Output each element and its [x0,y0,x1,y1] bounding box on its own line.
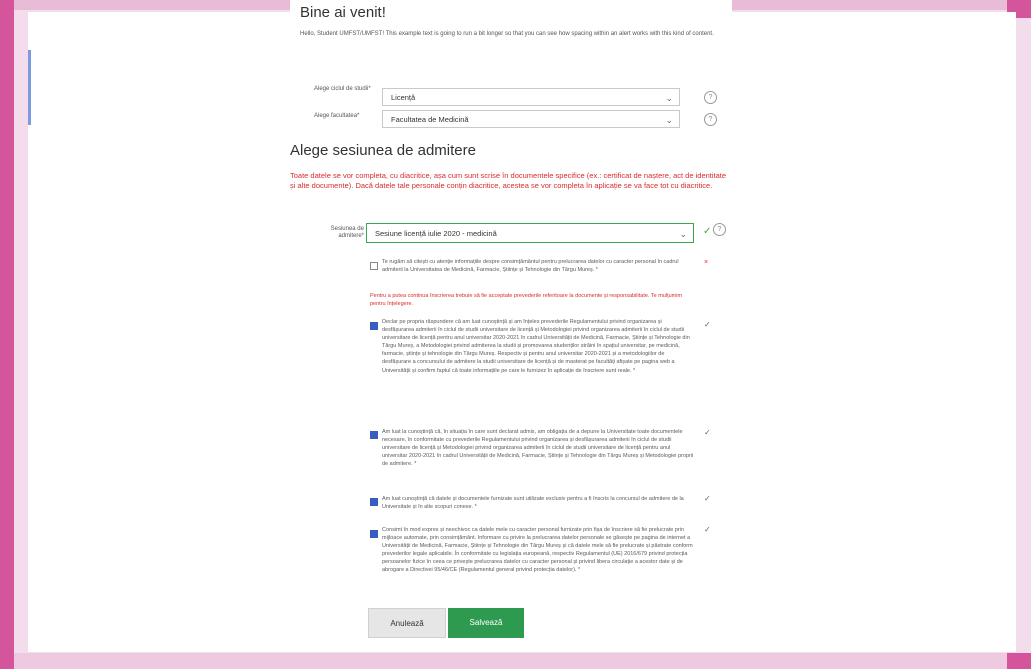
faculty-label: Alege facultatea* [314,113,360,119]
session-value: Sesiune licență iulie 2020 - medicină [375,229,497,238]
consent-checkbox[interactable] [370,322,378,330]
chevron-down-icon: ⌄ [679,229,687,239]
session-select[interactable]: Sesiune licență iulie 2020 - medicină ⌄ [366,223,694,243]
consent-error-note: Pentru a putea continua înscrierea trebu… [370,293,683,308]
frame-bottom-border [14,653,1031,669]
cancel-button[interactable]: Anulează [368,608,446,638]
consent-text: Am luat cunoștință că datele și document… [382,496,684,511]
faculty-select[interactable]: Facultatea de Medicină ⌄ [382,110,680,128]
consent-checkbox[interactable] [370,498,378,506]
faculty-value: Facultatea de Medicină [391,115,469,124]
admission-form: Bine ai venit! Hello, Student UMFST/UMFS… [290,0,732,640]
study-cycle-label: Alege ciclul de studii* [314,86,371,92]
diacritics-warning: Toate datele se vor completa, cu diacrit… [290,171,727,190]
frame-left-border [0,0,14,669]
valid-check-icon: ✓ [704,428,711,437]
consent-text: Consimt în mod expres și neechivoc ca da… [382,527,693,574]
consent-text: Declar pe propria răspundere că am luat … [382,319,690,374]
save-button[interactable]: Salvează [448,608,524,638]
help-icon[interactable]: ? [704,113,717,126]
valid-check-icon: ✓ [704,320,711,329]
consent-text: Te rugăm să citești cu atenție informați… [382,259,679,274]
consent-checkbox[interactable] [370,431,378,439]
valid-check-icon: ✓ [704,525,711,534]
valid-check-icon: ✓ [703,226,712,237]
study-cycle-value: Licență [391,93,416,102]
help-icon[interactable]: ? [713,223,726,236]
consent-checkbox[interactable] [370,262,378,270]
consent-text: Am luat la cunoștință că, în situația în… [382,429,694,468]
session-label: Sesiunea de admitere* [330,226,364,239]
error-icon: × [704,259,709,266]
chevron-down-icon: ⌄ [665,115,673,125]
session-title: Alege sesiunea de admitere [290,142,476,159]
welcome-intro: Hello, Student UMFST/UMFST! This example… [300,31,714,37]
panel-accent-bar [28,50,31,125]
welcome-title: Bine ai venit! [300,4,386,21]
valid-check-icon: ✓ [704,494,711,503]
consent-checkbox[interactable] [370,530,378,538]
study-cycle-select[interactable]: Licență ⌄ [382,88,680,106]
chevron-down-icon: ⌄ [665,93,673,103]
help-icon[interactable]: ? [704,91,717,104]
frame-corner-bottom-right [1007,653,1031,669]
